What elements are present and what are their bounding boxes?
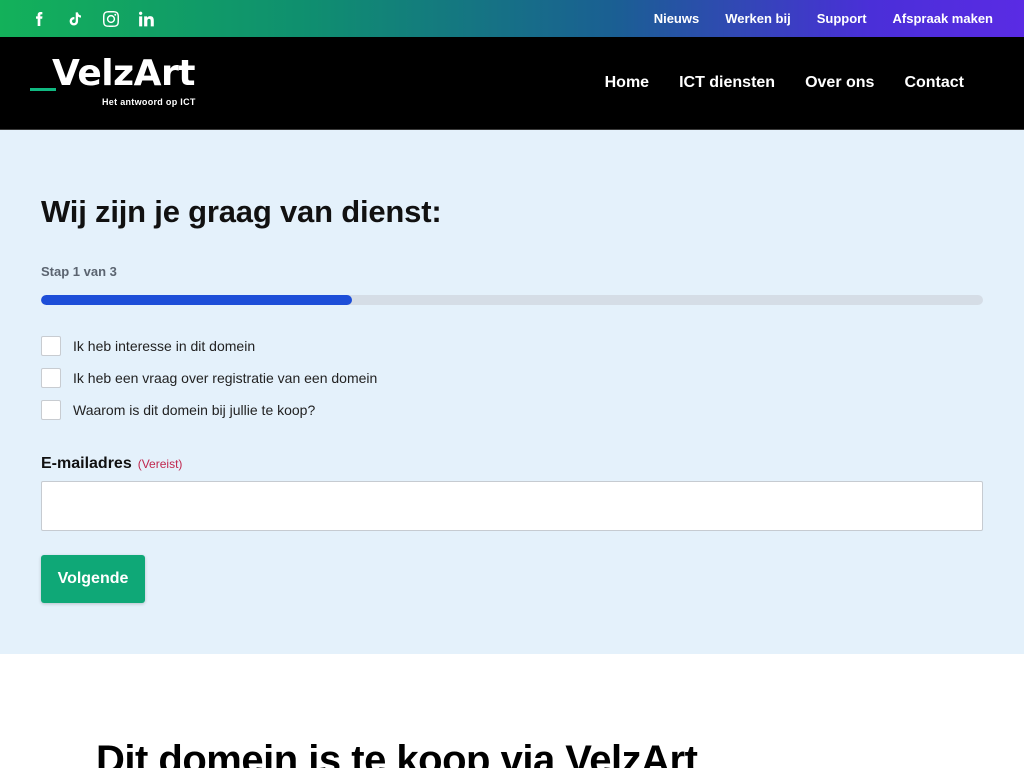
checkbox[interactable] <box>41 336 61 356</box>
option-why-for-sale[interactable]: Waarom is dit domein bij jullie te koop? <box>41 394 377 426</box>
nav-link-nieuws[interactable]: Nieuws <box>654 11 700 26</box>
email-label: E-mailadres (Vereist) <box>41 455 182 473</box>
checkbox[interactable] <box>41 400 61 420</box>
domain-sale-heading: Dit domein is te koop via VelzArt <box>96 738 698 768</box>
nav-ict-diensten[interactable]: ICT diensten <box>679 74 775 92</box>
top-bar: Nieuws Werken bij Support Afspraak maken <box>0 0 1024 37</box>
site-logo[interactable]: VelzArt Het antwoord op ICT <box>30 53 205 111</box>
social-links <box>30 10 156 28</box>
nav-link-support[interactable]: Support <box>817 11 867 26</box>
form-step-indicator: Stap 1 van 3 <box>41 264 117 279</box>
nav-over-ons[interactable]: Over ons <box>805 74 874 92</box>
contact-form-section: Wij zijn je graag van dienst: Stap 1 van… <box>0 130 1024 654</box>
logo-wordmark: VelzArt <box>52 53 195 94</box>
tiktok-icon[interactable] <box>66 10 84 28</box>
option-checkboxes: Ik heb interesse in dit domein Ik heb ee… <box>41 330 377 426</box>
option-label: Ik heb een vraag over registratie van ee… <box>73 370 378 386</box>
site-header: VelzArt Het antwoord op ICT Home ICT die… <box>0 37 1024 130</box>
facebook-icon[interactable] <box>30 10 48 28</box>
option-interest[interactable]: Ik heb interesse in dit domein <box>41 330 377 362</box>
nav-link-afspraak-maken[interactable]: Afspraak maken <box>893 11 993 26</box>
nav-contact[interactable]: Contact <box>904 74 964 92</box>
main-nav: Home ICT diensten Over ons Contact <box>605 74 964 92</box>
linkedin-icon[interactable] <box>138 10 156 28</box>
next-button[interactable]: Volgende <box>41 555 145 603</box>
form-progress-bar <box>41 295 983 305</box>
required-marker: (Vereist) <box>137 457 183 471</box>
nav-home[interactable]: Home <box>605 74 649 92</box>
domain-sale-section: Dit domein is te koop via VelzArt <box>0 654 1024 768</box>
option-registration-question[interactable]: Ik heb een vraag over registratie van ee… <box>41 362 377 394</box>
form-title: Wij zijn je graag van dienst: <box>41 194 442 229</box>
option-label: Waarom is dit domein bij jullie te koop? <box>73 402 316 418</box>
form-progress-fill <box>41 295 352 305</box>
checkbox[interactable] <box>41 368 61 388</box>
email-label-text: E-mailadres <box>41 455 132 472</box>
instagram-icon[interactable] <box>102 10 120 28</box>
option-label: Ik heb interesse in dit domein <box>73 338 256 354</box>
utility-nav: Nieuws Werken bij Support Afspraak maken <box>654 11 993 26</box>
logo-tagline: Het antwoord op ICT <box>102 97 196 107</box>
email-field[interactable] <box>41 481 983 531</box>
nav-link-werken-bij[interactable]: Werken bij <box>725 11 791 26</box>
